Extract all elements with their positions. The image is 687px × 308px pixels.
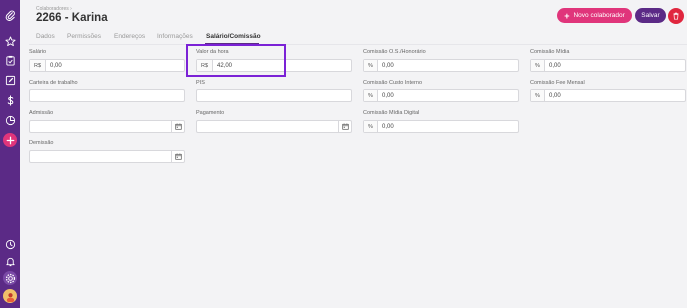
tab-permissoes[interactable]: Permissões bbox=[67, 33, 101, 40]
delete-button[interactable] bbox=[668, 8, 684, 24]
save-button[interactable]: Salvar bbox=[635, 8, 666, 23]
chart-icon[interactable] bbox=[3, 113, 17, 127]
demissao-label: Demissão bbox=[29, 140, 54, 146]
comissao-midia-label: Comissão Mídia bbox=[530, 49, 570, 55]
tab-enderecos[interactable]: Endereços bbox=[114, 33, 145, 40]
percent-prefix: % bbox=[364, 60, 378, 71]
pagamento-date-input[interactable] bbox=[196, 120, 352, 133]
calendar-icon[interactable] bbox=[338, 121, 351, 132]
comissao-fee-input[interactable]: % 0,00 bbox=[530, 89, 686, 102]
comissao-digital-value: 0,00 bbox=[382, 123, 394, 130]
demissao-date-input[interactable] bbox=[29, 150, 185, 163]
carteira-label: Carteira de trabalho bbox=[29, 80, 78, 86]
bell-icon[interactable] bbox=[3, 254, 17, 268]
settings-icon[interactable] bbox=[3, 271, 17, 285]
new-colaborador-button[interactable]: + Novo colaborador bbox=[557, 8, 632, 23]
admissao-label: Admissão bbox=[29, 110, 54, 116]
comissao-fee-label: Comissão Fee Mensal bbox=[530, 80, 585, 86]
salario-label: Salário bbox=[29, 49, 47, 55]
comissao-custo-value: 0,00 bbox=[382, 92, 394, 99]
clock-icon[interactable] bbox=[3, 237, 17, 251]
comissao-os-value: 0,00 bbox=[382, 62, 394, 69]
tab-salario-comissao[interactable]: Salário/Comissão bbox=[206, 33, 261, 40]
tab-dados[interactable]: Dados bbox=[36, 33, 55, 40]
salario-input[interactable]: R$ 0,00 bbox=[29, 59, 185, 72]
clipboard-icon[interactable] bbox=[3, 53, 17, 67]
comissao-digital-input[interactable]: % 0,00 bbox=[363, 120, 519, 133]
calendar-icon[interactable] bbox=[171, 121, 184, 132]
tab-divider bbox=[29, 44, 687, 45]
page-title: 2266 - Karina bbox=[36, 12, 108, 24]
calendar-icon[interactable] bbox=[171, 151, 184, 162]
salario-value: 0,00 bbox=[50, 62, 62, 69]
focus-highlight-box bbox=[186, 44, 286, 77]
pis-label: PIS bbox=[196, 80, 205, 86]
comissao-midia-value: 0,00 bbox=[549, 62, 561, 69]
plus-icon: + bbox=[564, 10, 570, 21]
comissao-custo-input[interactable]: % 0,00 bbox=[363, 89, 519, 102]
comissao-os-label: Comissão O.S./Honorário bbox=[363, 49, 426, 55]
pis-input[interactable] bbox=[196, 89, 352, 102]
edit-icon[interactable] bbox=[3, 73, 17, 87]
admissao-date-input[interactable] bbox=[29, 120, 185, 133]
percent-prefix: % bbox=[364, 90, 378, 101]
comissao-os-input[interactable]: % 0,00 bbox=[363, 59, 519, 72]
percent-prefix: % bbox=[364, 121, 378, 132]
dollar-icon[interactable] bbox=[3, 93, 17, 107]
pagamento-label: Pagamento bbox=[196, 110, 225, 116]
tab-informacoes[interactable]: Informações bbox=[157, 33, 193, 40]
comissao-digital-label: Comissão Mídia Digital bbox=[363, 110, 420, 116]
comissao-midia-input[interactable]: % 0,00 bbox=[530, 59, 686, 72]
sidebar bbox=[0, 0, 20, 308]
comissao-custo-label: Comissão Custo Interno bbox=[363, 80, 422, 86]
percent-prefix: % bbox=[531, 90, 545, 101]
new-colaborador-label: Novo colaborador bbox=[573, 12, 625, 19]
avatar[interactable] bbox=[3, 289, 17, 303]
trash-icon bbox=[673, 12, 679, 20]
carteira-input[interactable] bbox=[29, 89, 185, 102]
comissao-fee-value: 0,00 bbox=[549, 92, 561, 99]
star-icon[interactable] bbox=[3, 34, 17, 48]
currency-prefix: R$ bbox=[30, 60, 46, 71]
plus-icon[interactable] bbox=[3, 133, 17, 147]
paperclip-icon[interactable] bbox=[3, 8, 17, 22]
percent-prefix: % bbox=[531, 60, 545, 71]
